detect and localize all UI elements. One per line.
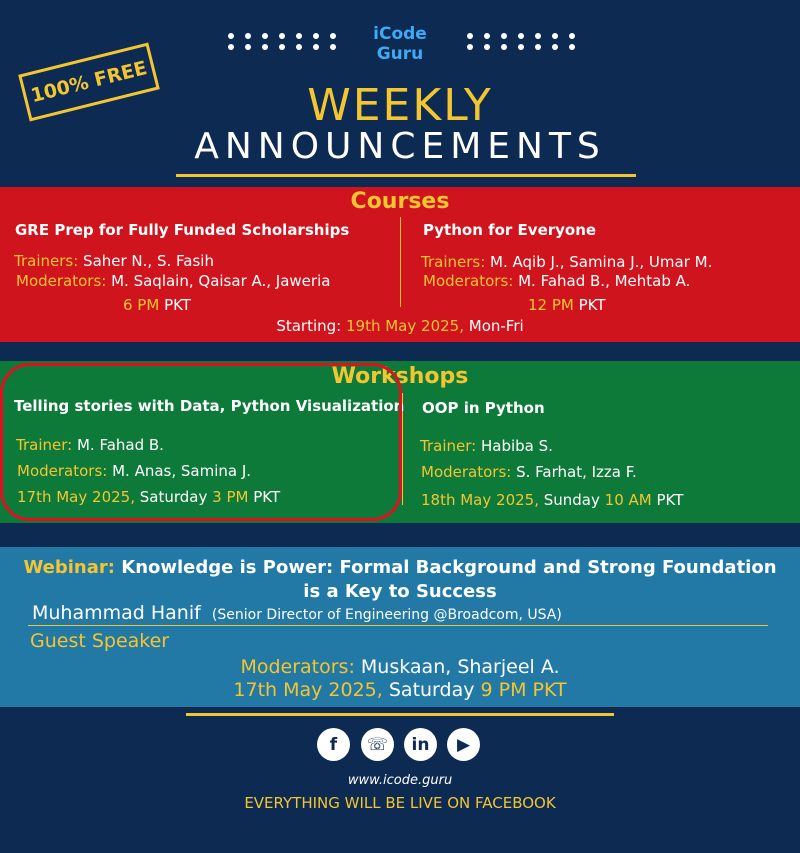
webinar-title-text1: Knowledge is Power: Formal Background an… (121, 557, 777, 578)
speaker-title: (Senior Director of Engineering @Broadco… (211, 607, 562, 623)
courses-divider (400, 217, 401, 307)
title-weekly: WEEKLY (307, 80, 493, 131)
trainers-label: Trainers: (14, 252, 79, 270)
moderators-label: Moderators: (421, 463, 512, 481)
facebook-icon[interactable]: f (317, 728, 350, 761)
moderators-value: S. Farhat, Izza F. (516, 463, 637, 481)
webinar-speaker: Muhammad Hanif (Senior Director of Engin… (32, 602, 562, 624)
course-left-moderators: Moderators: M. Saqlain, Qaisar A., Jawer… (16, 272, 330, 290)
moderators-value: M. Fahad B., Mehtab A. (518, 272, 691, 290)
workshop-right-moderators: Moderators: S. Farhat, Izza F. (421, 463, 637, 481)
time-value: 9 PM PKT (480, 679, 567, 701)
starting-days: Mon-Fri (468, 317, 524, 335)
timezone: PKT (578, 296, 606, 314)
moderators-value: Muskaan, Sharjeel A. (360, 656, 560, 678)
webinar-title-line1: Webinar: Knowledge is Power: Formal Back… (0, 556, 800, 580)
trainers-value: Saher N., S. Fasih (83, 252, 214, 270)
title-announcements: ANNOUNCEMENTS (194, 126, 606, 167)
moderators-label: Moderators: (16, 272, 107, 290)
guest-speaker-label: Guest Speaker (30, 630, 170, 652)
day-value: Saturday (388, 679, 475, 701)
speaker-name: Muhammad Hanif (32, 602, 201, 624)
moderators-label: Moderators: (423, 272, 514, 290)
course-left-trainers: Trainers: Saher N., S. Fasih (14, 252, 214, 270)
webinar-when: 17th May 2025, Saturday 9 PM PKT (0, 679, 800, 702)
highlight-circle (0, 363, 402, 521)
time-value: 10 AM (604, 491, 652, 509)
time-value: 6 PM (123, 296, 160, 314)
speaker-underline (28, 625, 768, 626)
footer-note: EVERYTHING WILL BE LIVE ON FACEBOOK (244, 794, 556, 812)
time-value: 12 PM (528, 296, 574, 314)
courses-starting: Starting: 19th May 2025, Mon-Fri (0, 317, 800, 335)
webinar-title-line2: is a Key to Success (303, 581, 497, 602)
course-right-trainers: Trainers: M. Aqib J., Samina J., Umar M. (421, 253, 712, 271)
workshop-right-when: 18th May 2025, Sunday 10 AM PKT (421, 491, 683, 509)
date-value: 17th May 2025, (233, 679, 383, 701)
starting-date: 19th May 2025, (346, 317, 464, 335)
workshop-right-name: OOP in Python (422, 399, 545, 417)
linkedin-icon[interactable]: in (404, 728, 437, 761)
webinar-moderators: Moderators: Muskaan, Sharjeel A. (0, 656, 800, 679)
webinar-section: Webinar: Knowledge is Power: Formal Back… (0, 547, 800, 707)
course-right-name: Python for Everyone (423, 221, 597, 239)
webinar-title: Webinar: Knowledge is Power: Formal Back… (0, 556, 800, 604)
day-value: Sunday (543, 491, 600, 509)
trainers-label: Trainers: (421, 253, 486, 271)
trainer-value: Habiba S. (480, 437, 553, 455)
title-underline (176, 174, 636, 177)
timezone: PKT (164, 296, 191, 314)
footer-divider (186, 713, 614, 716)
course-left-name: GRE Prep for Fully Funded Scholarships (15, 221, 350, 239)
timezone: PKT (656, 491, 684, 509)
webinar-label: Webinar: (23, 557, 115, 578)
brand-line1: iCode (373, 24, 427, 44)
moderators-value: M. Saqlain, Qaisar A., Jaweria (111, 272, 331, 290)
starting-label: Starting: (276, 317, 342, 335)
course-right-moderators: Moderators: M. Fahad B., Mehtab A. (423, 272, 690, 290)
youtube-icon[interactable]: ▶ (447, 728, 480, 761)
course-left-time: 6 PM PKT (123, 296, 191, 314)
courses-title: Courses (350, 189, 450, 214)
trainer-label: Trainer: (420, 437, 477, 455)
moderators-label: Moderators: (240, 656, 355, 678)
date-value: 18th May 2025, (421, 491, 539, 509)
trainers-value: M. Aqib J., Samina J., Umar M. (490, 253, 713, 271)
course-right-time: 12 PM PKT (528, 296, 606, 314)
workshop-right-trainer: Trainer: Habiba S. (420, 437, 553, 455)
courses-section: Courses GRE Prep for Fully Funded Schola… (0, 187, 800, 342)
webinar-details: Moderators: Muskaan, Sharjeel A. 17th Ma… (0, 656, 800, 702)
website-link[interactable]: www.icode.guru (0, 773, 800, 788)
whatsapp-icon[interactable]: ☏ (361, 728, 394, 761)
